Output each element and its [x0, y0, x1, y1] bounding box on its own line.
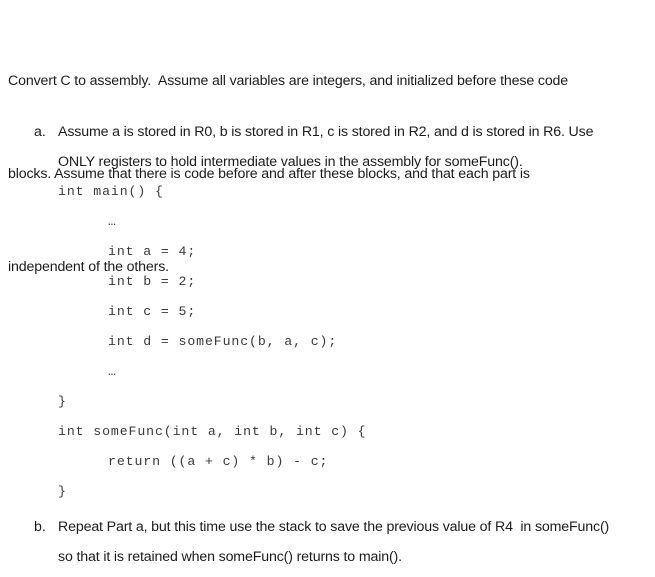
- document-page: Convert C to assembly. Assume all variab…: [0, 0, 655, 577]
- code-line-int-d-somefunc: int d = someFunc(b, a, c);: [108, 334, 338, 349]
- code-line-int-b: int b = 2;: [108, 274, 197, 289]
- list-marker-a: a.: [34, 124, 46, 140]
- code-line-ellipsis-1: …: [108, 214, 117, 229]
- code-line-close-brace-main: }: [58, 394, 67, 409]
- item-b-text-line-2: so that it is retained when someFunc() r…: [58, 549, 402, 565]
- item-b-text-line-1: Repeat Part a, but this time use the sta…: [58, 519, 610, 535]
- code-line-int-c: int c = 5;: [108, 304, 197, 319]
- code-line-close-brace-somefunc: }: [58, 484, 67, 499]
- item-a-text-line-2: ONLY registers to hold intermediate valu…: [58, 154, 523, 170]
- code-line-int-a: int a = 4;: [108, 244, 197, 259]
- list-item-b-body: Repeat Part a, but this time use the sta…: [58, 512, 655, 572]
- code-line-int-main: int main() {: [58, 184, 164, 199]
- intro-line-1: Convert C to assembly. Assume all variab…: [8, 73, 569, 89]
- code-line-ellipsis-2: …: [108, 364, 117, 379]
- item-a-text-line-1: Assume a is stored in R0, b is stored in…: [58, 124, 594, 140]
- code-line-return: return ((a + c) * b) - c;: [108, 454, 329, 469]
- list-marker-b: b.: [34, 519, 46, 535]
- code-line-somefunc-signature: int someFunc(int a, int b, int c) {: [58, 424, 367, 439]
- list-item-a-body: Assume a is stored in R0, b is stored in…: [58, 117, 655, 507]
